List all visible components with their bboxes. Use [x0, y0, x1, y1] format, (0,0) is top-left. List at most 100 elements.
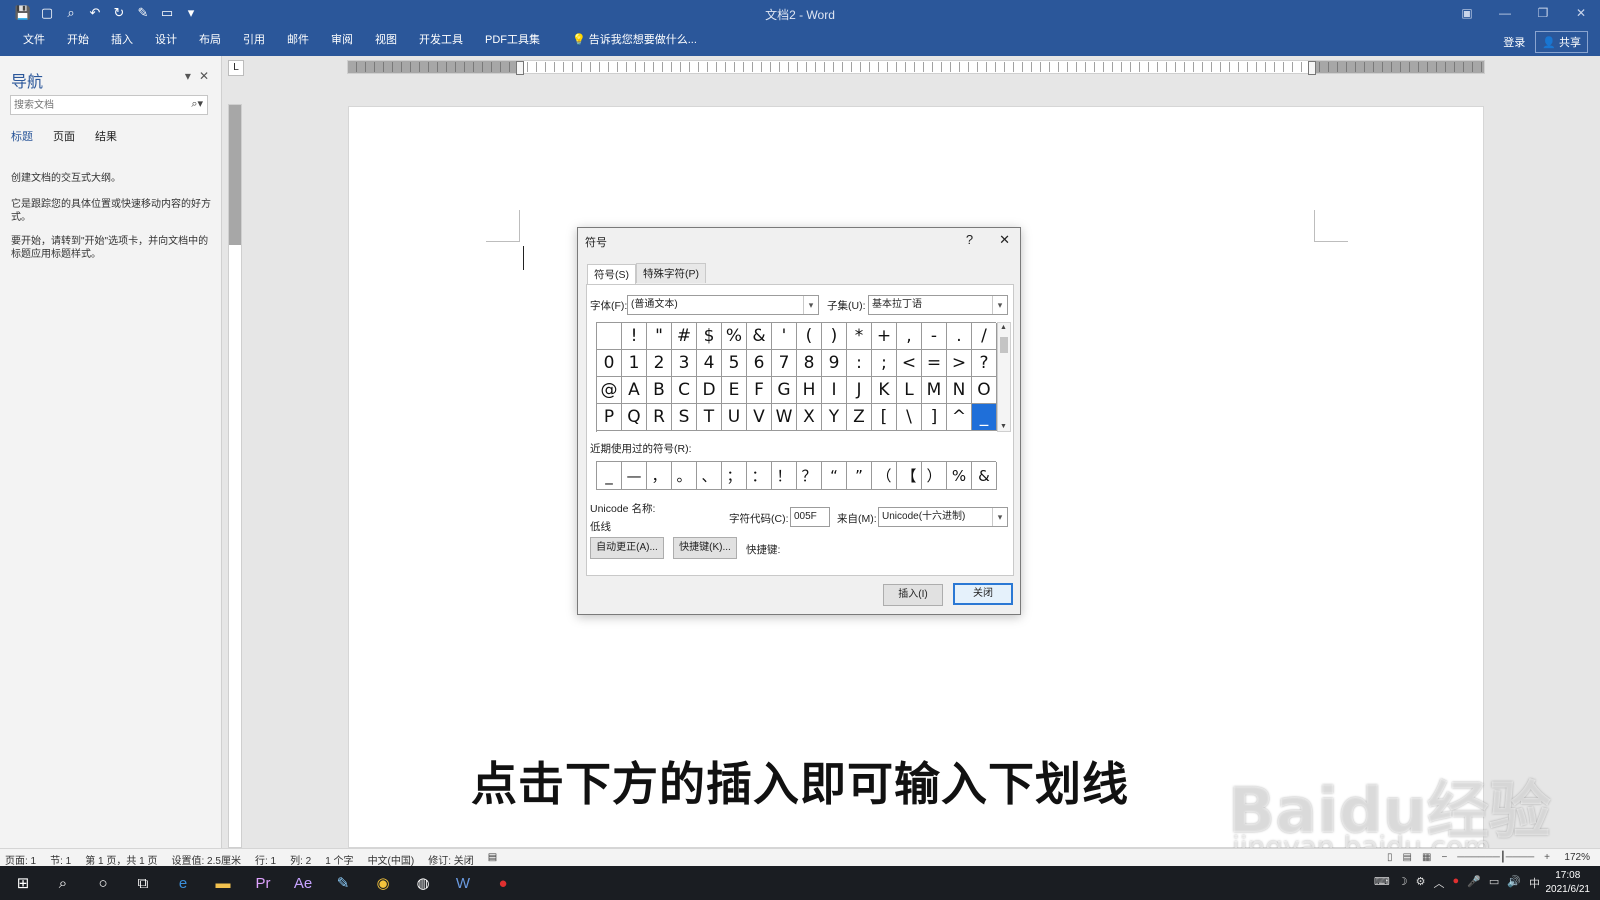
tab-design[interactable]: 设计 — [144, 32, 188, 48]
zoom-level[interactable]: 172% — [1564, 852, 1590, 863]
scroll-thumb[interactable] — [1000, 337, 1008, 353]
symbol-cell[interactable]: 6 — [747, 350, 772, 377]
chevron-up-icon[interactable]: ︿ — [1434, 875, 1445, 891]
symbol-cell[interactable]: Z — [847, 404, 872, 431]
symbol-cell[interactable]: J — [847, 377, 872, 404]
chrome-icon[interactable]: ◉ — [368, 870, 398, 896]
nav-tab-results[interactable]: 结果 — [95, 128, 117, 144]
autocorrect-button[interactable]: 自动更正(A)... — [590, 537, 664, 559]
symbol-cell[interactable]: - — [922, 323, 947, 350]
symbol-cell[interactable]: " — [647, 323, 672, 350]
tab-developer[interactable]: 开发工具 — [408, 32, 474, 48]
symbol-cell[interactable]: R — [647, 404, 672, 431]
symbol-cell[interactable]: $ — [697, 323, 722, 350]
cortana-icon[interactable]: ○ — [88, 870, 118, 896]
tab-layout[interactable]: 布局 — [188, 32, 232, 48]
symbol-cell[interactable]: T — [697, 404, 722, 431]
symbol-cell[interactable]: 3 — [672, 350, 697, 377]
symbol-cell[interactable]: _ — [972, 404, 997, 431]
login-link[interactable]: 登录 — [1503, 34, 1525, 50]
symbol-cell[interactable]: ? — [972, 350, 997, 377]
symbol-cell[interactable]: 9 — [822, 350, 847, 377]
symbol-cell[interactable]: 2 — [647, 350, 672, 377]
symbol-cell[interactable]: : — [847, 350, 872, 377]
symbol-grid-scrollbar[interactable]: ▲ ▼ — [997, 322, 1011, 432]
symbol-cell[interactable]: Q — [622, 404, 647, 431]
recent-symbol-cell[interactable]: （ — [872, 462, 897, 490]
symbol-cell[interactable]: ' — [772, 323, 797, 350]
recent-symbol-cell[interactable]: — — [622, 462, 647, 490]
after-effects-icon[interactable]: Ae — [288, 870, 318, 896]
symbol-cell[interactable]: L — [897, 377, 922, 404]
status-section[interactable]: 节: 1 — [50, 852, 71, 867]
scroll-up-icon[interactable]: ▲ — [1000, 324, 1007, 331]
tab-home[interactable]: 开始 — [56, 32, 100, 48]
dialog-close-icon[interactable]: ✕ — [999, 232, 1010, 248]
symbol-cell[interactable]: = — [922, 350, 947, 377]
nav-tab-pages[interactable]: 页面 — [53, 128, 75, 144]
help-icon[interactable]: ? — [966, 232, 973, 248]
symbol-cell[interactable]: ! — [622, 323, 647, 350]
symbol-cell[interactable]: ( — [797, 323, 822, 350]
symbol-cell[interactable]: P — [597, 404, 622, 431]
close-icon[interactable]: ✕ — [1562, 0, 1600, 26]
horizontal-ruler[interactable] — [347, 60, 1485, 75]
symbol-cell[interactable]: 4 — [697, 350, 722, 377]
symbol-cell[interactable]: > — [947, 350, 972, 377]
nav-close-icon[interactable]: ✕ — [199, 69, 209, 83]
status-line[interactable]: 行: 1 — [255, 852, 276, 867]
recent-symbol-cell[interactable]: 。 — [672, 462, 697, 490]
close-button[interactable]: 关闭 — [953, 583, 1013, 605]
symbol-cell[interactable]: B — [647, 377, 672, 404]
nav-search-input[interactable] — [11, 96, 171, 114]
symbol-cell[interactable]: [ — [872, 404, 897, 431]
premiere-icon[interactable]: Pr — [248, 870, 278, 896]
symbol-cell[interactable]: 5 — [722, 350, 747, 377]
app-icon[interactable]: ◍ — [408, 870, 438, 896]
recent-symbol-cell[interactable]: % — [947, 462, 972, 490]
vertical-ruler[interactable] — [228, 104, 242, 848]
symbol-cell[interactable]: D — [697, 377, 722, 404]
share-button[interactable]: 👤 共享 — [1535, 31, 1588, 53]
symbol-cell[interactable]: I — [822, 377, 847, 404]
symbol-cell[interactable]: E — [722, 377, 747, 404]
symbol-cell[interactable]: C — [672, 377, 697, 404]
tab-pdf-tools[interactable]: PDF工具集 — [474, 32, 551, 48]
recent-symbol-cell[interactable]: ， — [647, 462, 672, 490]
symbol-cell[interactable]: N — [947, 377, 972, 404]
recent-symbols-grid[interactable]: _ —，。、；：！？ “” （【）% & — [596, 461, 997, 490]
symbol-cell[interactable]: @ — [597, 377, 622, 404]
status-page[interactable]: 页面: 1 — [5, 852, 36, 867]
symbol-cell[interactable]: F — [747, 377, 772, 404]
symbol-cell[interactable] — [597, 323, 622, 350]
recent-symbol-cell[interactable]: & — [972, 462, 997, 490]
zoom-slider[interactable]: ──────┃──── — [1457, 852, 1534, 863]
symbol-cell[interactable]: W — [772, 404, 797, 431]
tab-references[interactable]: 引用 — [232, 32, 276, 48]
keyboard-icon[interactable]: ⌨ — [1374, 875, 1390, 891]
ribbon-display-icon[interactable]: ▣ — [1448, 0, 1486, 26]
right-indent-marker[interactable] — [1308, 61, 1316, 75]
symbol-cell[interactable]: ^ — [947, 404, 972, 431]
settings-icon[interactable]: ⚙ — [1416, 875, 1426, 891]
moon-icon[interactable]: ☽ — [1398, 875, 1408, 891]
symbol-cell[interactable]: 7 — [772, 350, 797, 377]
symbol-cell[interactable]: + — [872, 323, 897, 350]
symbol-cell[interactable]: * — [847, 323, 872, 350]
word-icon[interactable]: W — [448, 870, 478, 896]
read-mode-icon[interactable]: ▯ — [1387, 852, 1393, 863]
symbol-cell[interactable]: ] — [922, 404, 947, 431]
status-language[interactable]: 中文(中国) — [368, 852, 415, 867]
symbol-cell[interactable]: 8 — [797, 350, 822, 377]
zoom-in-icon[interactable]: + — [1544, 852, 1550, 863]
recent-symbol-cell[interactable]: 【 — [897, 462, 922, 490]
tab-selector[interactable]: L — [228, 60, 244, 76]
tab-mailings[interactable]: 邮件 — [276, 32, 320, 48]
recent-symbol-cell[interactable]: “ — [822, 462, 847, 490]
symbol-cell[interactable]: , — [897, 323, 922, 350]
symbol-cell[interactable]: < — [897, 350, 922, 377]
recent-symbol-cell[interactable]: 、 — [697, 462, 722, 490]
recent-symbol-cell[interactable]: ” — [847, 462, 872, 490]
char-code-input[interactable]: 005F — [790, 507, 830, 527]
indent-marker[interactable] — [516, 61, 524, 75]
